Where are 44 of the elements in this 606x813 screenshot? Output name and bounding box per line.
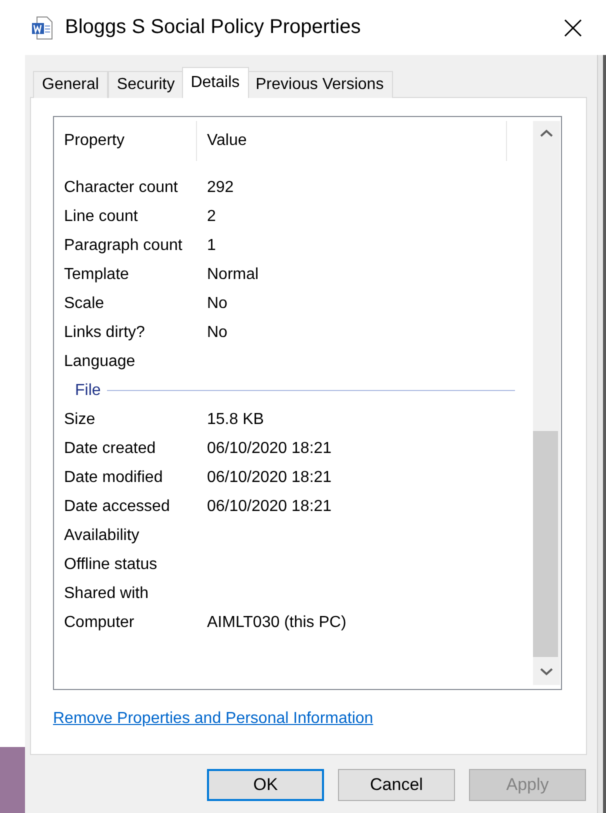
scrollbar-thumb[interactable] [533, 431, 558, 657]
property-value: 1 [206, 236, 216, 254]
property-name: Links dirty? [63, 324, 146, 342]
dialog-button[interactable]: OK [207, 769, 324, 801]
tab[interactable]: General [33, 71, 108, 98]
property-value: No [206, 324, 228, 342]
scrollbar[interactable] [533, 121, 560, 685]
section-label: File [75, 382, 101, 400]
property-name: Size [63, 410, 96, 428]
window-title: Bloggs S Social Policy Properties [65, 16, 362, 39]
property-name: Offline status [63, 556, 158, 574]
tab[interactable]: Details [182, 67, 249, 98]
property-name: Computer [63, 614, 136, 632]
scroll-down-icon[interactable] [540, 668, 553, 676]
property-value: 06/10/2020 18:21 [206, 468, 332, 486]
property-value: 06/10/2020 18:21 [206, 440, 332, 458]
column-header[interactable]: Value [197, 121, 507, 161]
scroll-up-icon[interactable] [540, 130, 553, 137]
document-icon [31, 16, 53, 40]
property-value: 15.8 KB [206, 410, 264, 428]
property-name: Language [63, 352, 136, 370]
property-name: Character count [63, 178, 179, 196]
property-name: Date created [63, 440, 157, 458]
property-value: 2 [206, 208, 216, 226]
tab[interactable]: Security [108, 71, 184, 98]
property-name: Date modified [63, 468, 164, 486]
remove-properties-link[interactable]: Remove Properties and Personal Information [53, 710, 374, 727]
column-header[interactable]: Property [54, 121, 197, 161]
property-value: AIMLT030 (this PC) [206, 614, 346, 632]
property-name: Shared with [63, 584, 150, 602]
close-icon[interactable] [564, 18, 582, 36]
property-value: Normal [206, 266, 259, 284]
property-value: 06/10/2020 18:21 [206, 498, 332, 516]
desktop-background [0, 747, 25, 813]
property-name: Paragraph count [63, 236, 184, 254]
property-name: Date accessed [63, 498, 171, 516]
property-name: Scale [63, 294, 106, 312]
property-name: Line count [63, 208, 139, 226]
dialog-button[interactable]: Cancel [338, 769, 455, 801]
tab[interactable]: Previous Versions [246, 71, 393, 98]
property-name: Template [63, 266, 130, 284]
property-value: No [206, 294, 228, 312]
property-value: 292 [206, 178, 234, 196]
property-name: Availability [63, 526, 140, 544]
